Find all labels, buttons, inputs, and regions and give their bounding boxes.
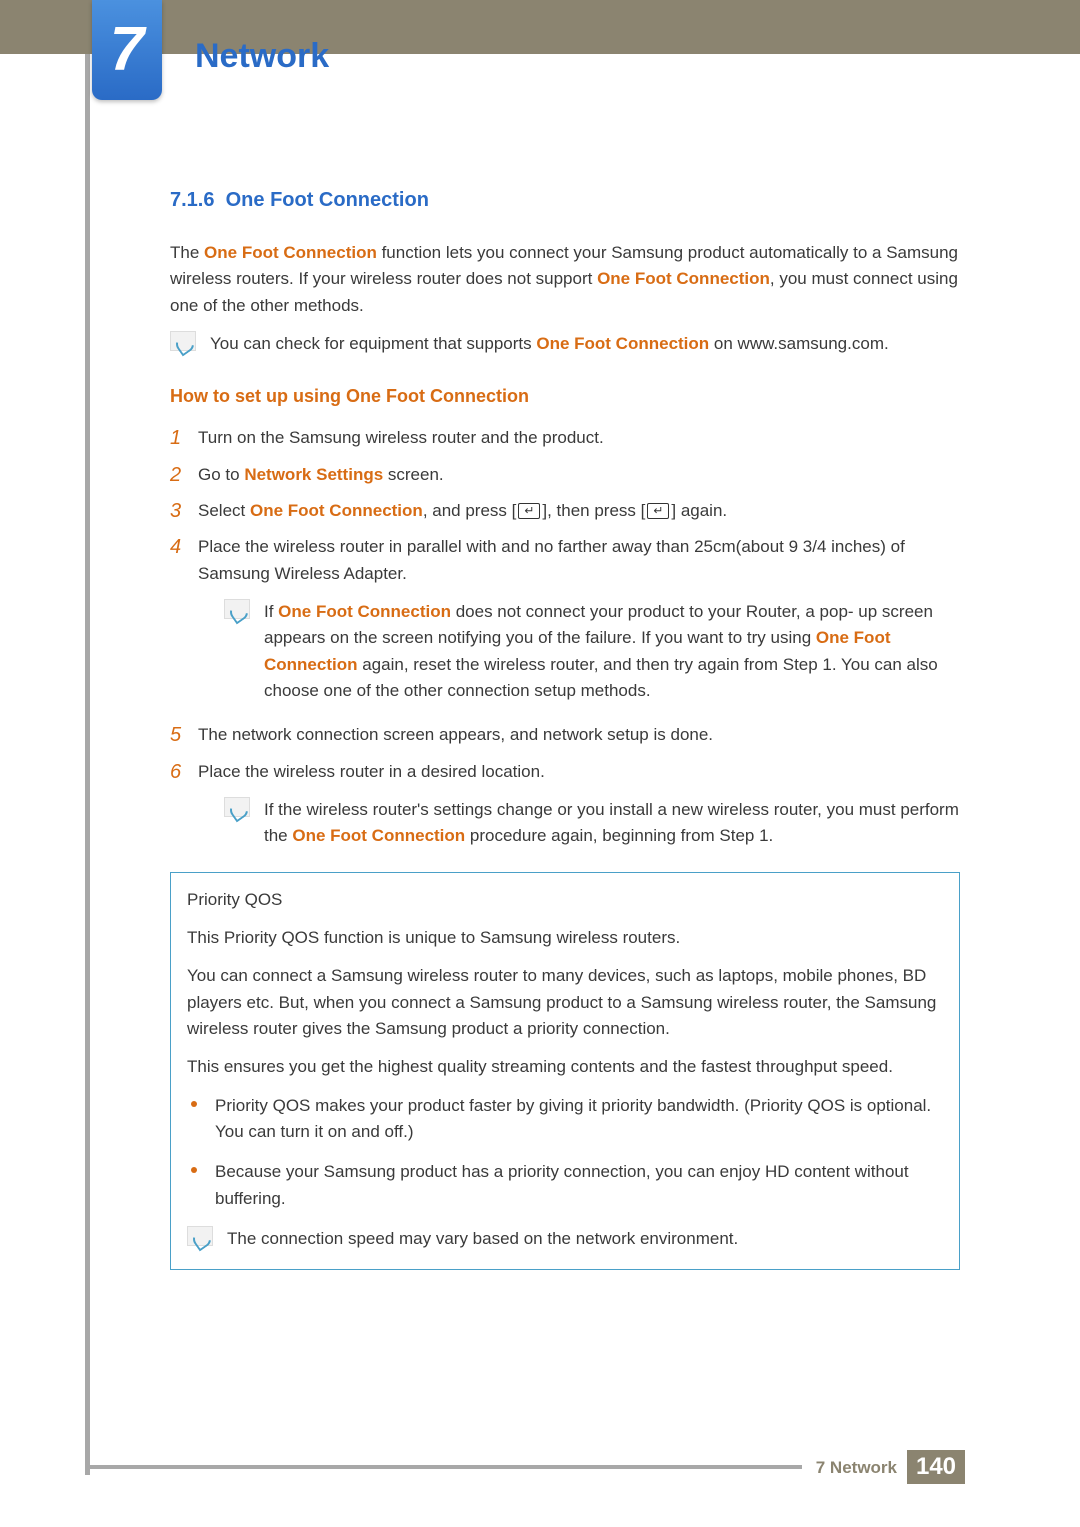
highlight: One Foot Connection bbox=[278, 602, 451, 621]
text: Select bbox=[198, 501, 250, 520]
text: screen. bbox=[383, 465, 443, 484]
text: , and press [ bbox=[423, 501, 517, 520]
highlight: One Foot Connection bbox=[250, 501, 423, 520]
chapter-title: Network bbox=[195, 30, 329, 83]
step-5: The network connection screen appears, a… bbox=[170, 722, 960, 748]
text: Place the wireless router in parallel wi… bbox=[198, 537, 905, 582]
text: You can check for equipment that support… bbox=[210, 334, 536, 353]
steps-list: Turn on the Samsung wireless router and … bbox=[170, 425, 960, 849]
highlight: One Foot Connection bbox=[292, 826, 465, 845]
note-step6: If the wireless router's settings change… bbox=[224, 797, 960, 850]
section-heading: 7.1.6 One Foot Connection bbox=[170, 185, 960, 216]
intro-paragraph: The One Foot Connection function lets yo… bbox=[170, 240, 960, 319]
section-title: One Foot Connection bbox=[226, 189, 429, 211]
step-1: Turn on the Samsung wireless router and … bbox=[170, 425, 960, 451]
qos-p3: This ensures you get the highest quality… bbox=[187, 1054, 943, 1080]
note-icon bbox=[170, 331, 196, 351]
qos-p1: This Priority QOS function is unique to … bbox=[187, 925, 943, 951]
enter-icon bbox=[647, 503, 669, 519]
header-bar bbox=[0, 0, 1080, 54]
text: again, reset the wireless router, and th… bbox=[264, 655, 938, 700]
note-text: The connection speed may vary based on t… bbox=[227, 1226, 738, 1252]
qos-bullet-1: Priority QOS makes your product faster b… bbox=[187, 1093, 943, 1146]
qos-bullets: Priority QOS makes your product faster b… bbox=[187, 1093, 943, 1212]
qos-bullet-2: Because your Samsung product has a prior… bbox=[187, 1159, 943, 1212]
note-icon bbox=[224, 599, 250, 619]
step-3: Select One Foot Connection, and press []… bbox=[170, 498, 960, 524]
step-4: Place the wireless router in parallel wi… bbox=[170, 534, 960, 704]
text: Place the wireless router in a desired l… bbox=[198, 762, 545, 781]
note-icon bbox=[224, 797, 250, 817]
text: Go to bbox=[198, 465, 244, 484]
footer: 7 Network 140 bbox=[85, 1450, 965, 1484]
note-text: You can check for equipment that support… bbox=[210, 331, 889, 357]
page-number: 140 bbox=[907, 1450, 965, 1484]
text: procedure again, beginning from Step 1. bbox=[465, 826, 773, 845]
text: on www.samsung.com. bbox=[709, 334, 889, 353]
note-text: If the wireless router's settings change… bbox=[264, 797, 960, 850]
footer-line bbox=[85, 1465, 802, 1484]
side-strip bbox=[85, 54, 90, 1475]
qos-note: The connection speed may vary based on t… bbox=[187, 1226, 943, 1252]
highlight: One Foot Connection bbox=[597, 269, 770, 288]
text: ] again. bbox=[671, 501, 727, 520]
highlight: Network Settings bbox=[244, 465, 383, 484]
text: If bbox=[264, 602, 278, 621]
highlight: One Foot Connection bbox=[204, 243, 377, 262]
text: ], then press [ bbox=[542, 501, 645, 520]
chapter-number-badge: 7 bbox=[92, 0, 162, 100]
text: The bbox=[170, 243, 204, 262]
note-text: If One Foot Connection does not connect … bbox=[264, 599, 960, 704]
section-number: 7.1.6 bbox=[170, 189, 214, 211]
priority-qos-box: Priority QOS This Priority QOS function … bbox=[170, 872, 960, 1270]
enter-icon bbox=[518, 503, 540, 519]
note-icon bbox=[187, 1226, 213, 1246]
step-2: Go to Network Settings screen. bbox=[170, 462, 960, 488]
qos-title: Priority QOS bbox=[187, 887, 943, 913]
note-step4: If One Foot Connection does not connect … bbox=[224, 599, 960, 704]
howto-heading: How to set up using One Foot Connection bbox=[170, 383, 960, 411]
footer-label: 7 Network bbox=[802, 1450, 907, 1484]
highlight: One Foot Connection bbox=[536, 334, 709, 353]
page-content: 7.1.6 One Foot Connection The One Foot C… bbox=[170, 185, 960, 1270]
note-equipment-check: You can check for equipment that support… bbox=[170, 331, 960, 357]
step-6: Place the wireless router in a desired l… bbox=[170, 759, 960, 850]
qos-p2: You can connect a Samsung wireless route… bbox=[187, 963, 943, 1042]
